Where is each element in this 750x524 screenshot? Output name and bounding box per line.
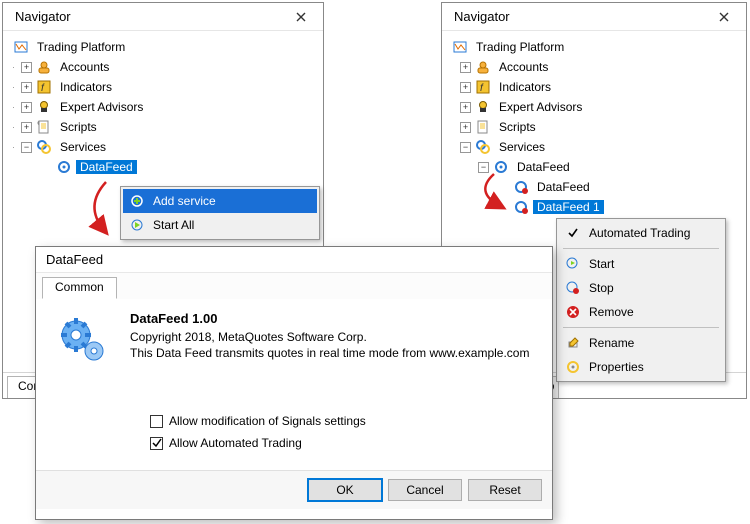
separator (563, 248, 719, 249)
dialog-body: DataFeed 1.00 Copyright 2018, MetaQuotes… (36, 299, 552, 470)
service-icon (56, 159, 72, 175)
gears-icon (54, 311, 114, 370)
datafeed-dialog: DataFeed Common DataFeed 1.00 Copyright … (35, 246, 553, 520)
tree-expert-advisors[interactable]: +Expert Advisors (448, 97, 740, 117)
reset-button[interactable]: Reset (468, 479, 542, 501)
dialog-heading: DataFeed 1.00 (130, 311, 529, 326)
properties-icon (565, 359, 581, 375)
ctx-properties[interactable]: Properties (559, 355, 723, 379)
tree-accounts[interactable]: +Accounts (448, 57, 740, 77)
tree-indicators[interactable]: +fIndicators (9, 77, 317, 97)
ctx-remove[interactable]: Remove (559, 300, 723, 324)
titlebar-left: Navigator (3, 3, 323, 31)
scripts-icon (36, 119, 52, 135)
tree-root[interactable]: Trading Platform (9, 37, 317, 57)
remove-icon (565, 304, 581, 320)
accounts-icon (36, 59, 52, 75)
scripts-icon (475, 119, 491, 135)
service-stopped-icon (513, 199, 529, 215)
tree-services[interactable]: −Services (448, 137, 740, 157)
ok-button[interactable]: OK (308, 479, 382, 501)
dialog-tabstrip: Common (36, 273, 552, 299)
ctx-rename[interactable]: Rename (559, 331, 723, 355)
dialog-buttons: OK Cancel Reset (36, 470, 552, 509)
tab-common[interactable]: Common (42, 277, 117, 299)
checkbox-checked-icon (150, 437, 163, 450)
services-icon (475, 139, 491, 155)
start-icon (565, 256, 581, 272)
dialog-description: This Data Feed transmits quotes in real … (130, 346, 529, 360)
tree-right: Trading Platform +Accounts +fIndicators … (442, 31, 746, 221)
close-icon[interactable] (712, 8, 736, 26)
rename-icon (565, 335, 581, 351)
tree-expert-advisors[interactable]: +Expert Advisors (9, 97, 317, 117)
tree-left: Trading Platform +Accounts +fIndicators … (3, 31, 323, 181)
expert-icon (475, 99, 491, 115)
indicators-icon: f (475, 79, 491, 95)
title-right: Navigator (454, 9, 510, 24)
tree-scripts[interactable]: +Scripts (448, 117, 740, 137)
tree-root[interactable]: Trading Platform (448, 37, 740, 57)
tree-scripts[interactable]: +Scripts (9, 117, 317, 137)
ctx-stop[interactable]: Stop (559, 276, 723, 300)
ctx-auto-trading[interactable]: Automated Trading (559, 221, 723, 245)
tree-datafeed[interactable]: DataFeed (9, 157, 317, 177)
tree-datafeed-1[interactable]: DataFeed 1 (448, 197, 740, 217)
tree-datafeed-child[interactable]: DataFeed (448, 177, 740, 197)
add-icon (129, 193, 145, 209)
close-icon[interactable] (289, 8, 313, 26)
services-icon (36, 139, 52, 155)
dialog-title: DataFeed (36, 247, 552, 273)
check-icon (565, 225, 581, 241)
checkbox-allow-signals[interactable]: Allow modification of Signals settings (150, 410, 534, 432)
ctx-start-all[interactable]: Start All (123, 213, 317, 237)
service-stopped-icon (513, 179, 529, 195)
context-menu-add: Add service Start All (120, 186, 320, 240)
expert-icon (36, 99, 52, 115)
service-icon (493, 159, 509, 175)
title-left: Navigator (15, 9, 71, 24)
context-menu-service: Automated Trading Start Stop Remove Rena… (556, 218, 726, 382)
accounts-icon (475, 59, 491, 75)
separator (563, 327, 719, 328)
ctx-add-service[interactable]: Add service (123, 189, 317, 213)
start-all-icon (129, 217, 145, 233)
ctx-start[interactable]: Start (559, 252, 723, 276)
tree-indicators[interactable]: +fIndicators (448, 77, 740, 97)
platform-icon (452, 39, 468, 55)
indicators-icon: f (36, 79, 52, 95)
tree-accounts[interactable]: +Accounts (9, 57, 317, 77)
tree-services[interactable]: −Services (9, 137, 317, 157)
checkbox-allow-automated[interactable]: Allow Automated Trading (150, 432, 534, 454)
stop-icon (565, 280, 581, 296)
dialog-copyright: Copyright 2018, MetaQuotes Software Corp… (130, 330, 529, 344)
checkbox-icon (150, 415, 163, 428)
tree-datafeed[interactable]: −DataFeed (448, 157, 740, 177)
titlebar-right: Navigator (442, 3, 746, 31)
cancel-button[interactable]: Cancel (388, 479, 462, 501)
platform-icon (13, 39, 29, 55)
